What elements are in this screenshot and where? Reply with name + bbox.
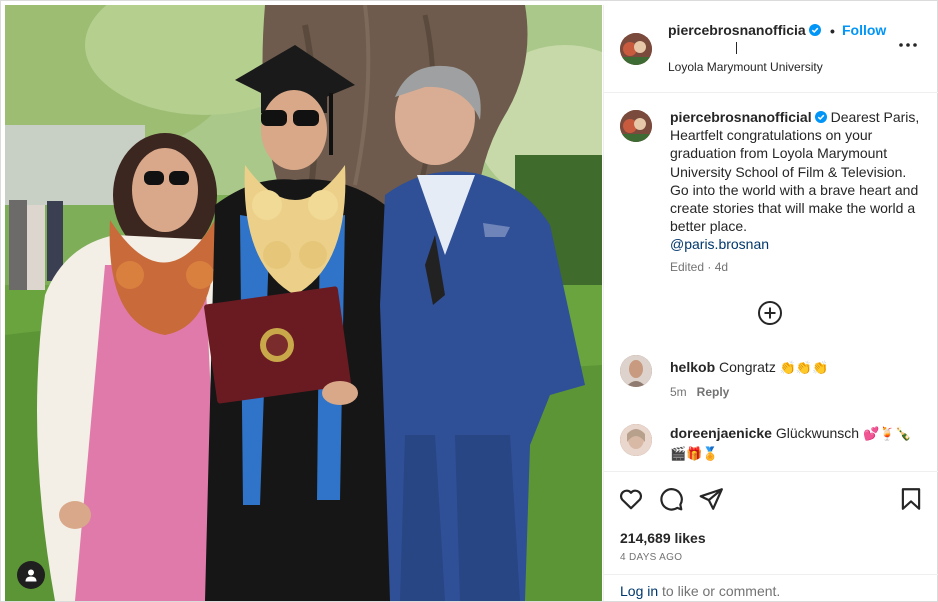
caption-edited-label: Edited — [670, 260, 705, 274]
follow-button[interactable]: Follow — [842, 22, 886, 38]
comments-section: piercebrosnanofficial Dearest Paris, Hear… — [604, 94, 938, 470]
comment-helkob: helkob Congratz 👏👏👏 — [670, 358, 828, 378]
comment-avatar-image — [620, 355, 652, 387]
comment-username[interactable]: helkob — [670, 359, 715, 375]
header-separator: • — [830, 23, 835, 39]
caption-avatar-image — [620, 110, 652, 142]
more-options-icon[interactable] — [896, 33, 920, 57]
post-side-panel: piercebrosnanofficia • Follow Loyola Mar… — [603, 5, 938, 601]
login-link[interactable]: Log in — [620, 583, 658, 599]
comment-text: Congratz — [719, 359, 776, 375]
author-username-text[interactable]: piercebrosnanofficia — [668, 22, 806, 38]
reply-button[interactable]: Reply — [697, 385, 730, 399]
caption-username[interactable]: piercebrosnanofficial — [670, 109, 827, 125]
caption-username-text[interactable]: piercebrosnanofficial — [670, 109, 812, 125]
login-prompt: Log in to like or comment. — [604, 574, 938, 602]
likes-count[interactable]: 214,689 likes — [620, 530, 706, 546]
post-location[interactable]: Loyola Marymount University — [668, 60, 823, 74]
comment-meta: 5m Reply — [670, 385, 729, 399]
comment-icon[interactable] — [658, 486, 684, 512]
heart-icon[interactable] — [618, 486, 644, 512]
post-header: piercebrosnanofficia • Follow Loyola Mar… — [604, 5, 938, 93]
share-icon[interactable] — [698, 486, 724, 512]
add-comment-icon[interactable] — [757, 300, 783, 326]
user-tag-button[interactable] — [17, 561, 45, 589]
comment-doreenjaenicke: doreenjaenicke Glückwunsch 💕🍹🍾🎬🎁🏅 — [670, 424, 926, 464]
caption-mention-link[interactable]: @paris.brosnan — [670, 236, 769, 252]
bookmark-icon[interactable] — [898, 486, 924, 512]
author-avatar[interactable] — [620, 33, 652, 65]
caption-meta: Edited · 4d — [670, 260, 728, 274]
graduation-photo-illustration — [5, 5, 602, 601]
comment-time[interactable]: 5m — [670, 385, 687, 399]
text-cursor-mark — [736, 42, 737, 54]
caption-avatar[interactable] — [620, 110, 652, 142]
verified-badge-icon — [808, 24, 821, 36]
comment-avatar-doreenjaenicke[interactable] — [620, 424, 652, 456]
comment-emoji: 👏👏👏 — [779, 361, 829, 376]
caption-time[interactable]: 4d — [715, 260, 728, 274]
login-prompt-text: to like or comment. — [658, 583, 781, 599]
comment-avatar-helkob[interactable] — [620, 355, 652, 387]
post-actions-bar: 214,689 likes 4 DAYS AGO Log in to like … — [604, 471, 938, 601]
comment-avatar-image — [620, 424, 652, 456]
user-tag-icon — [25, 569, 37, 582]
comment-text: Glückwunsch — [775, 425, 860, 441]
author-avatar-image — [620, 33, 652, 65]
post-photo[interactable] — [5, 5, 602, 601]
caption-meta-dot: · — [707, 260, 712, 274]
post-age[interactable]: 4 DAYS AGO — [620, 552, 682, 563]
post-caption: piercebrosnanofficial Dearest Paris, Hear… — [670, 108, 922, 254]
comment-username[interactable]: doreenjaenicke — [670, 425, 772, 441]
author-username[interactable]: piercebrosnanofficia — [668, 22, 821, 38]
verified-badge-icon — [814, 111, 827, 123]
instagram-post-frame: piercebrosnanofficia • Follow Loyola Mar… — [0, 0, 938, 602]
caption-body: Dearest Paris, Heartfelt congratulations… — [670, 109, 920, 235]
